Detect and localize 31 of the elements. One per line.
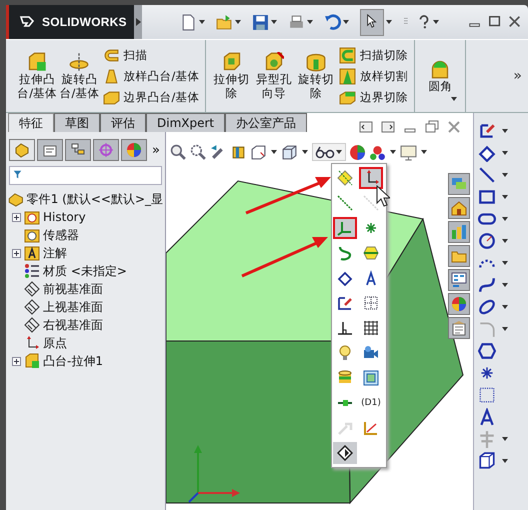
tab[interactable]: 草图 — [54, 113, 100, 132]
tree-item[interactable]: 注解 — [43, 244, 67, 262]
ribbon-button[interactable]: 异型孔向导 — [252, 50, 295, 102]
ribbon-button[interactable]: 边界切除 — [337, 88, 410, 106]
ribbon-button[interactable]: 旋转凸台/基体 — [58, 50, 100, 102]
tree-item[interactable]: 零件1 (默认<<默认>_显 — [26, 190, 163, 208]
tab[interactable]: 特征 — [8, 113, 54, 132]
tree-item[interactable]: 材质 <未指定> — [43, 262, 127, 280]
ribbon-button[interactable]: 圆角 — [419, 57, 462, 95]
ribbon-button[interactable]: 旋转切除 — [294, 50, 338, 102]
more-button[interactable]: » — [152, 142, 160, 158]
tab[interactable]: 办公室产品 — [225, 113, 308, 132]
tree-item[interactable]: 右视基准面 — [43, 316, 103, 334]
tab[interactable]: 评估 — [100, 113, 146, 132]
logo-text: SOLIDWORKS — [42, 15, 127, 29]
ribbon-button[interactable]: 边界凸台/基体 — [100, 88, 202, 106]
more-button[interactable]: » — [513, 40, 522, 112]
ribbon-button[interactable]: 放样凸台/基体 — [100, 66, 202, 86]
menu-item[interactable]: (D1) — [359, 392, 383, 414]
ribbon-button[interactable]: 拉伸切除 — [210, 50, 253, 102]
tab[interactable]: DimXpert — [146, 113, 226, 132]
ribbon-button[interactable]: 放样切割 — [337, 66, 410, 86]
tree-item[interactable]: 上视基准面 — [43, 298, 103, 316]
tree-item[interactable]: 传感器 — [43, 226, 79, 244]
tree-item[interactable]: 前视基准面 — [43, 280, 103, 298]
ribbon-button[interactable]: 扫描 — [100, 46, 202, 64]
tree-item[interactable]: 原点 — [43, 334, 67, 352]
ribbon-button[interactable]: 扫描切除 — [337, 46, 410, 64]
tree-item[interactable]: History — [43, 210, 86, 224]
ribbon-button[interactable]: 拉伸凸台/基体 — [16, 50, 58, 102]
tree-item[interactable]: 凸台-拉伸1 — [43, 352, 103, 370]
